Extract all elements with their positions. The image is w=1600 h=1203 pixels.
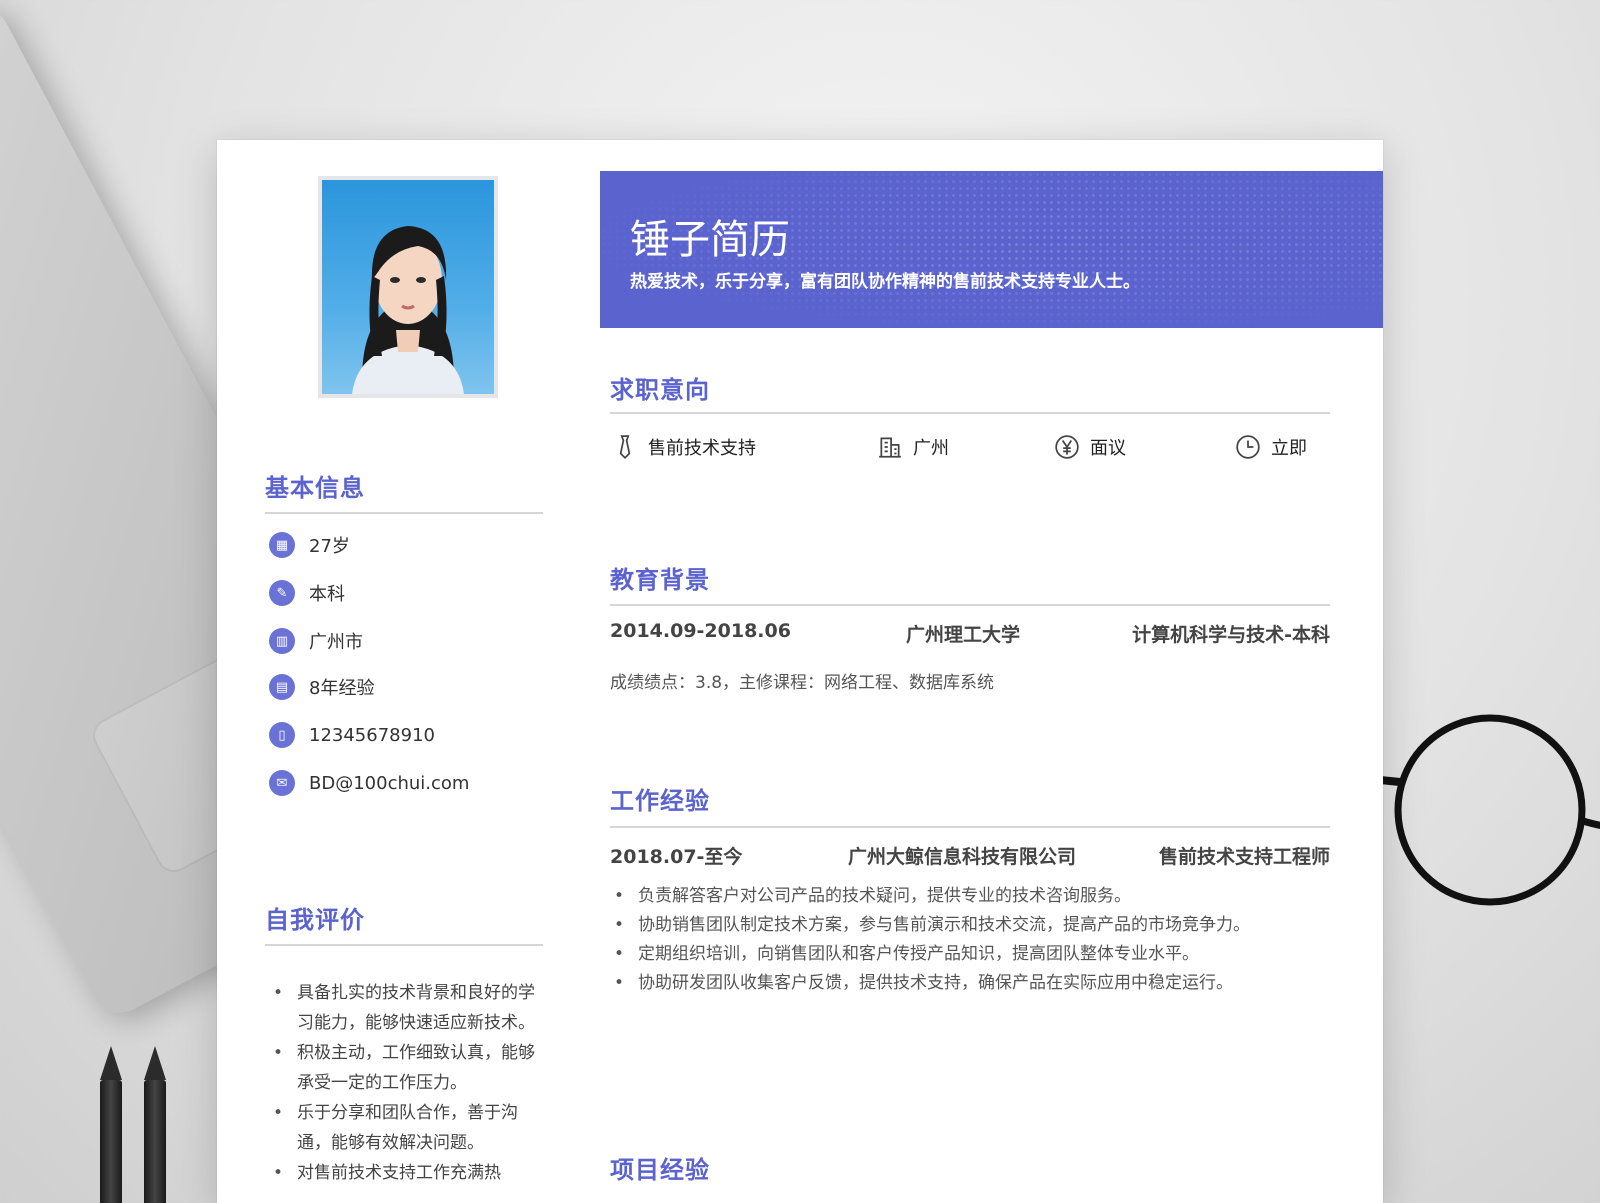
pencil-prop: [144, 1046, 166, 1203]
pencil-prop: [100, 1046, 122, 1203]
list-item: 定期组织培训，向销售团队和客户传授产品知识，提高团队整体专业水平。: [610, 940, 1310, 969]
section-divider: [265, 512, 543, 514]
graduation-cap-icon: ✎: [269, 580, 295, 606]
info-city: ▥ 广州市: [269, 628, 363, 654]
list-item: 具备扎实的技术背景和良好的学习能力，能够快速适应新技术。: [269, 978, 549, 1038]
intent-salary: 面议: [1054, 434, 1126, 460]
education-school: 广州理工大学: [906, 624, 1021, 646]
work-period: 2018.07-至今: [610, 846, 743, 868]
work-duties-list: 负责解答客户对公司产品的技术疑问，提供专业的技术咨询服务。 协助销售团队制定技术…: [610, 882, 1310, 998]
section-divider: [610, 604, 1330, 606]
section-divider: [610, 826, 1330, 828]
email-value: BD@100chui.com: [309, 772, 470, 794]
resume-tagline: 热爱技术，乐于分享，富有团队协作精神的售前技术支持专业人士。: [630, 272, 1140, 292]
profile-photo: [318, 176, 498, 398]
mail-icon: ✉: [269, 770, 295, 796]
education-note: 成绩绩点：3.8，主修课程：网络工程、数据库系统: [610, 673, 995, 693]
resume-title: 锤子简历: [630, 217, 790, 263]
briefcase-icon: ▤: [269, 674, 295, 700]
info-email: ✉ BD@100chui.com: [269, 770, 469, 796]
self-eval-heading: 自我评价: [265, 906, 365, 934]
building-icon: [879, 437, 901, 458]
education-period: 2014.09-2018.06: [610, 620, 791, 642]
section-divider: [610, 412, 1330, 414]
position-value: 售前技术支持: [648, 438, 756, 459]
projects-heading: 项目经验: [610, 1156, 710, 1184]
portrait-illustration: [352, 226, 464, 394]
info-education: ✎ 本科: [269, 580, 345, 606]
info-phone: ▯ 12345678910: [269, 722, 435, 748]
intent-position: 售前技术支持: [612, 434, 756, 460]
info-age: ▦ 27岁: [269, 532, 350, 558]
job-intent-heading: 求职意向: [610, 376, 710, 404]
self-eval-list: 具备扎实的技术背景和良好的学习能力，能够快速适应新技术。 积极主动，工作细致认真…: [269, 978, 549, 1188]
education-major: 计算机科学与技术-本科: [1132, 624, 1330, 646]
glasses-prop: [1380, 714, 1600, 906]
intent-availability: 立即: [1235, 434, 1307, 460]
list-item: 协助销售团队制定技术方案，参与售前演示和技术交流，提高产品的市场竞争力。: [610, 911, 1310, 940]
calendar-icon: ▦: [269, 532, 295, 558]
age-value: 27岁: [309, 536, 350, 557]
list-item: 乐于分享和团队合作，善于沟通，能够有效解决问题。: [269, 1098, 549, 1158]
work-heading: 工作经验: [610, 787, 710, 815]
location-value: 广州: [913, 438, 949, 459]
phone-icon: ▯: [269, 722, 295, 748]
availability-value: 立即: [1271, 438, 1307, 459]
phone-value: 12345678910: [309, 724, 435, 746]
building-icon: ▥: [269, 628, 295, 654]
clock-icon: [1236, 435, 1260, 459]
section-divider: [265, 944, 543, 946]
city-value: 广州市: [309, 632, 363, 653]
info-experience: ▤ 8年经验: [269, 674, 374, 700]
list-item: 负责解答客户对公司产品的技术疑问，提供专业的技术咨询服务。: [610, 882, 1310, 911]
list-item: 积极主动，工作细致认真，能够承受一定的工作压力。: [269, 1038, 549, 1098]
resume-sheet: 基本信息 ▦ 27岁 ✎ 本科 ▥ 广州市 ▤ 8年经验 ▯ 123456789…: [217, 140, 1383, 1203]
basic-info-heading: 基本信息: [265, 474, 365, 502]
list-item: 协助研发团队收集客户反馈，提供技术支持，确保产品在实际应用中稳定运行。: [610, 969, 1310, 998]
header-band: 锤子简历 热爱技术，乐于分享，富有团队协作精神的售前技术支持专业人士。: [600, 171, 1383, 328]
education-heading: 教育背景: [610, 566, 710, 594]
experience-value: 8年经验: [309, 678, 375, 699]
tie-icon: [619, 435, 631, 460]
salary-value: 面议: [1090, 438, 1126, 459]
work-company: 广州大鲸信息科技有限公司: [848, 846, 1077, 868]
list-item: 对售前技术支持工作充满热: [269, 1158, 549, 1188]
education-value: 本科: [309, 584, 345, 605]
intent-location: 广州: [877, 434, 949, 460]
yen-icon: [1055, 435, 1079, 459]
work-role: 售前技术支持工程师: [1158, 846, 1330, 868]
